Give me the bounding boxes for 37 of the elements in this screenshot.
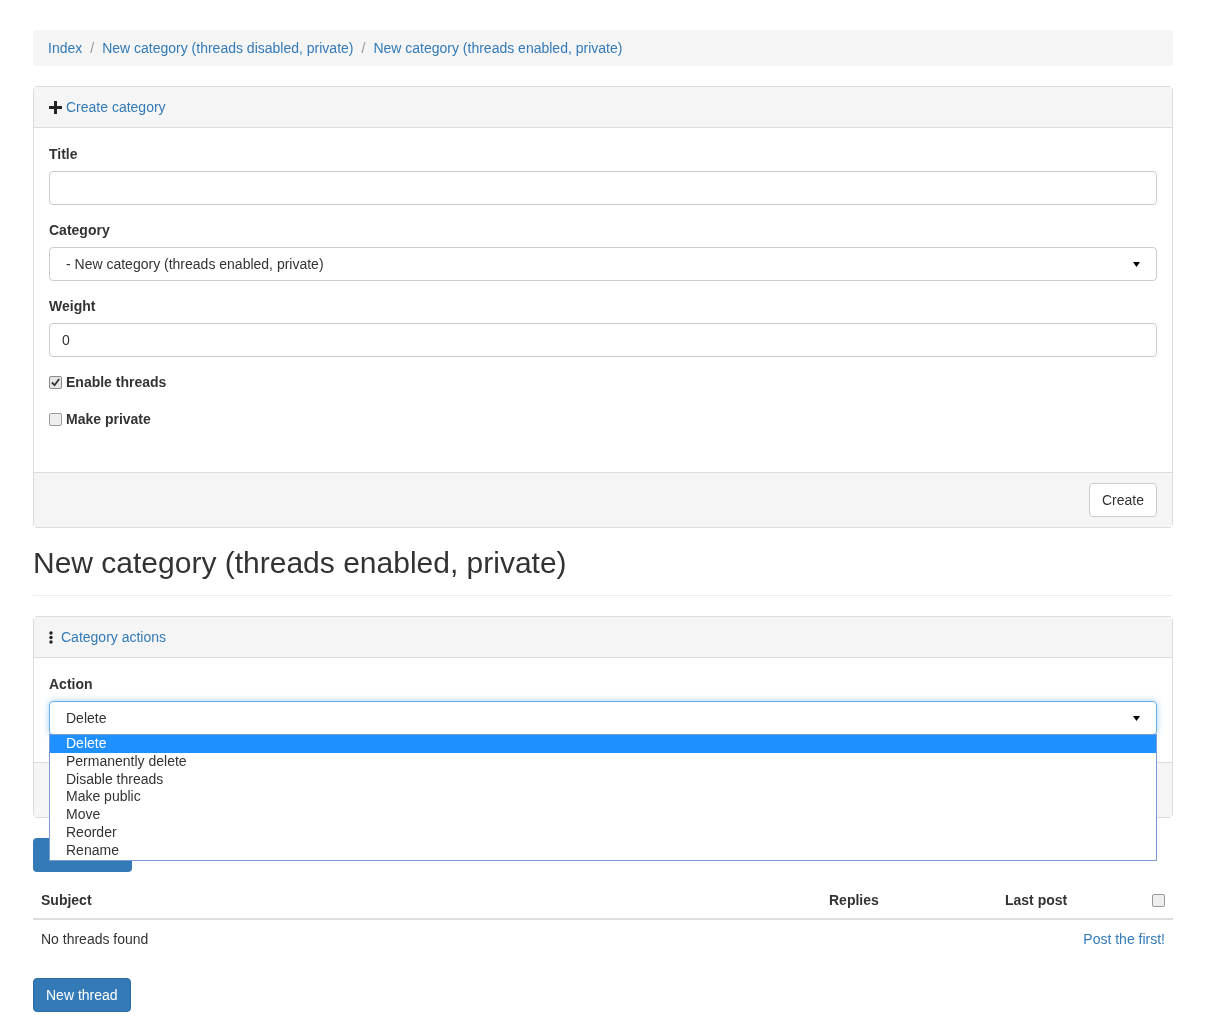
field-label: Weight (49, 297, 97, 316)
breadcrumb-link[interactable]: Index (48, 37, 83, 59)
dropdown-option[interactable]: Rename (50, 841, 1156, 860)
field-label: Category (49, 221, 111, 240)
column-header: Subject (41, 890, 93, 910)
column-header: Last post (1005, 890, 1069, 910)
field-label: Title (49, 145, 79, 164)
plus-icon (49, 100, 62, 114)
dropdown-caret-icon (1133, 715, 1140, 721)
vertical-dots-icon (49, 630, 53, 644)
dropdown-caret-icon (1133, 261, 1140, 267)
panel-title-link[interactable]: Create category (66, 96, 166, 118)
breadcrumb-link[interactable]: New category (threads enabled, private) (373, 37, 623, 59)
text-input[interactable] (49, 171, 1157, 205)
create-button[interactable]: Create (1088, 483, 1157, 517)
field-label: Action (49, 675, 94, 694)
panel-title-link[interactable]: Category actions (61, 626, 167, 648)
dropdown-option[interactable]: Reorder (50, 824, 1156, 842)
checkbox[interactable] (49, 376, 62, 389)
empty-message: No threads found (41, 929, 149, 949)
text-input[interactable]: 0 (49, 323, 1157, 357)
checkbox[interactable] (49, 413, 62, 426)
select-all-checkbox[interactable] (1152, 893, 1165, 907)
dropdown-option[interactable]: Permanently delete (50, 752, 1156, 771)
column-header: Replies (829, 890, 880, 910)
breadcrumb-separator: / (360, 38, 367, 58)
breadcrumb-separator: / (89, 38, 96, 58)
checkbox-label: Make private (66, 410, 151, 429)
checkbox-label: Enable threads (66, 373, 167, 392)
select-field[interactable]: - New category (threads enabled, private) (49, 247, 1157, 281)
post-first-link[interactable]: Post the first! (1083, 928, 1165, 950)
new-thread-button[interactable]: New thread (33, 978, 131, 1012)
dropdown-option[interactable]: Make public (50, 788, 1156, 807)
dropdown-option[interactable]: Move (50, 806, 1156, 824)
page-heading: New category (threads enabled, private) (33, 546, 1173, 596)
breadcrumb-link[interactable]: New category (threads disabled, private) (102, 37, 354, 59)
dropdown-option[interactable]: Disable threads (50, 770, 1156, 789)
